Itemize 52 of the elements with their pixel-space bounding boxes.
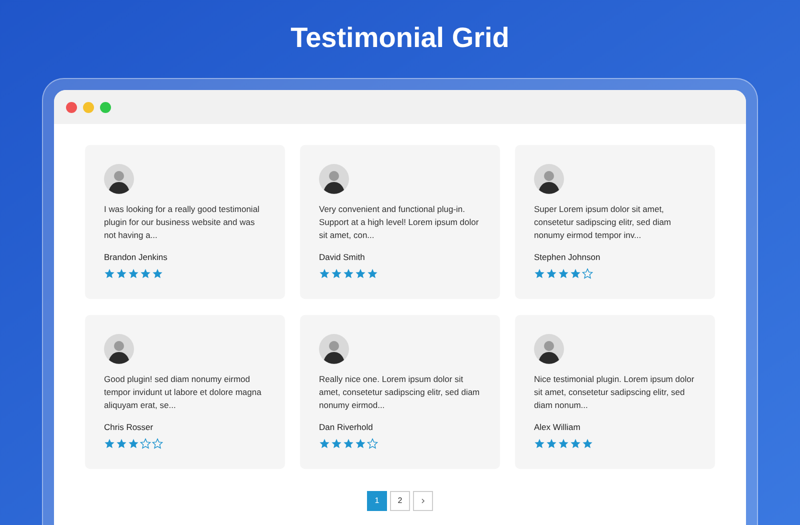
avatar-icon: [104, 164, 134, 194]
star-icon: [343, 268, 354, 279]
reviewer-name: Dan Riverhold: [319, 421, 373, 434]
testimonial-text: Very convenient and functional plug-in. Support at a high level! Lorem ipsum dolor sit amet, con...: [319, 203, 480, 242]
star-icon: [128, 438, 139, 449]
reviewer-name: Brandon Jenkins: [104, 251, 168, 264]
star-icon: [319, 268, 330, 279]
chevron-right-icon: [420, 498, 426, 504]
star-icon: [570, 268, 581, 279]
star-outline-icon: [140, 438, 151, 449]
star-icon: [355, 438, 366, 449]
reviewer-name: Alex William: [534, 421, 580, 434]
star-icon: [319, 438, 330, 449]
star-icon: [116, 438, 127, 449]
avatar-icon: [104, 334, 134, 364]
avatar-icon: [534, 164, 564, 194]
star-icon: [546, 268, 557, 279]
star-icon: [558, 268, 569, 279]
avatar-icon: [534, 334, 564, 364]
star-icon: [331, 268, 342, 279]
star-icon: [343, 438, 354, 449]
star-icon: [558, 438, 569, 449]
avatar-icon: [319, 164, 349, 194]
reviewer-name: Stephen Johnson: [534, 251, 600, 264]
page-title: Testimonial Grid: [290, 21, 510, 55]
testimonial-text: Nice testimonial plugin. Lorem ipsum dolor sit amet, consetetur sadipscing elitr, sed diam nonum...: [534, 373, 696, 412]
testimonial-text: Good plugin! sed diam nonumy eirmod tempor invidunt ut labore et dolore magna aliquyam erat, se...: [104, 373, 262, 412]
page-button[interactable]: 2: [390, 491, 410, 511]
star-icon: [128, 268, 139, 279]
star-outline-icon: [582, 268, 593, 279]
next-page-button[interactable]: [413, 491, 433, 511]
star-icon: [570, 438, 581, 449]
star-icon: [546, 438, 557, 449]
avatar-icon: [319, 334, 349, 364]
star-icon: [116, 268, 127, 279]
star-icon: [331, 438, 342, 449]
star-icon: [534, 268, 545, 279]
reviewer-name: Chris Rosser: [104, 421, 154, 434]
star-icon: [140, 268, 151, 279]
star-icon: [104, 438, 115, 449]
star-icon: [534, 438, 545, 449]
star-icon: [367, 268, 378, 279]
star-icon: [152, 268, 163, 279]
testimonial-text: Super Lorem ipsum dolor sit amet, consetetur sadipscing elitr, sed diam nonumy eirmod tempor inv...: [534, 203, 672, 242]
reviewer-name: David Smith: [319, 251, 365, 264]
testimonial-text: Really nice one. Lorem ipsum dolor sit amet, consetetur sadipscing elitr, sed diam nonumy eirmod...: [319, 373, 481, 412]
testimonial-text: I was looking for a really good testimonial plugin for our business website and was not having a...: [104, 203, 260, 242]
star-icon: [104, 268, 115, 279]
star-outline-icon: [152, 438, 163, 449]
star-icon: [582, 438, 593, 449]
star-icon: [355, 268, 366, 279]
star-outline-icon: [367, 438, 378, 449]
